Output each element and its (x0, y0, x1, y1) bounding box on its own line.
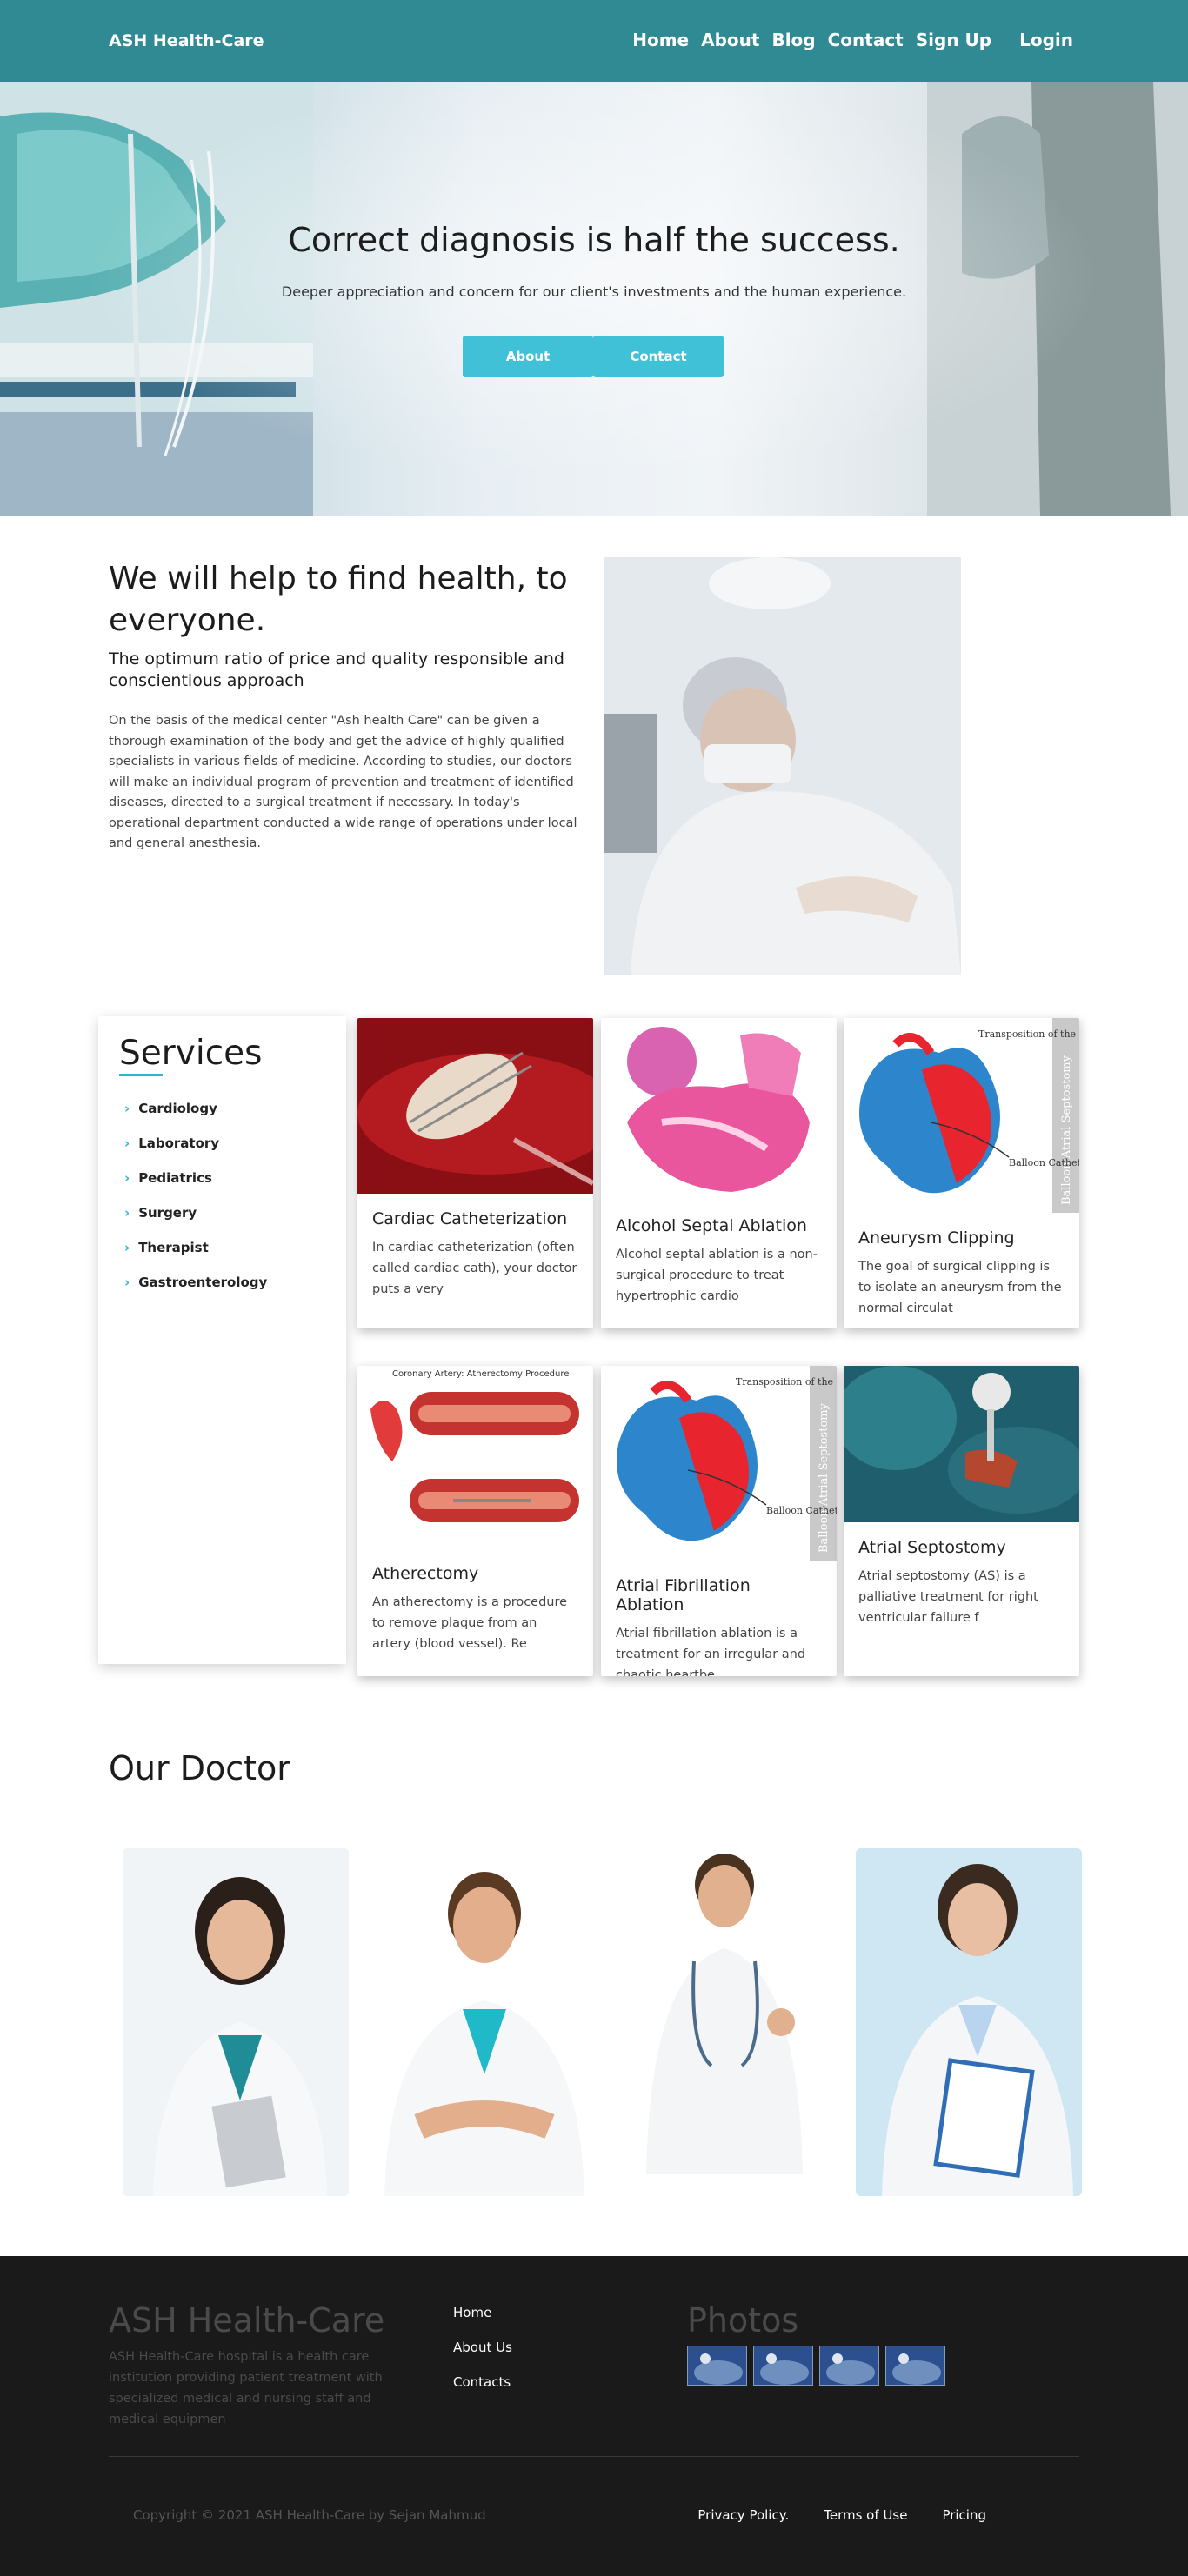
service-card[interactable]: Coronary Artery: Atherectomy Procedure A… (357, 1366, 593, 1676)
card-description: The goal of surgical clipping is to isol… (858, 1260, 1062, 1315)
hero-title: Correct diagnosis is half the success. (288, 221, 900, 259)
image-side-label: Balloon Atrial Septostomy (1060, 1055, 1073, 1205)
card-description: Atrial fibrillation ablation is a treatm… (616, 1627, 806, 1676)
footer-brand: ASH Health-Care (109, 2301, 385, 2340)
service-item-pediatrics[interactable]: › Pediatrics (124, 1161, 267, 1195)
footer-home-link[interactable]: Home (453, 2305, 512, 2340)
footer: ASH Health-Care ASH Health-Care hospital… (0, 2256, 1188, 2576)
doctor-photo[interactable] (123, 1848, 349, 2196)
heart-transposition-image: Balloon Atrial Septostomy Transposition … (601, 1366, 837, 1561)
image-side-label: Balloon Atrial Septostomy (818, 1402, 831, 1553)
hero-about-button[interactable]: About (463, 336, 593, 377)
chevron-right-icon: › (124, 1101, 130, 1116)
card-title: Aneurysm Clipping (858, 1228, 1015, 1248)
footer-aboutus-link[interactable]: About Us (453, 2340, 512, 2374)
hero-banner: Correct diagnosis is half the success. D… (0, 82, 1188, 516)
photo-thumbnail[interactable] (753, 2346, 813, 2386)
surgery-team-image (844, 1366, 1079, 1522)
footer-contacts-link[interactable]: Contacts (453, 2374, 512, 2409)
card-description: An atherectomy is a procedure to remove … (372, 1595, 568, 1651)
about-heading: We will help to find health, to everyone… (109, 561, 568, 638)
services-sidebar: Services › Cardiology › Laboratory › Pediat… (98, 1016, 346, 1664)
card-title: Cardiac Catheterization (372, 1209, 568, 1228)
footer-divider (109, 2456, 1079, 2457)
footer-photos-title: Photos (687, 2301, 799, 2340)
service-card[interactable]: Alcohol Septal Ablation Alcohol septal a… (601, 1018, 837, 1328)
service-card[interactable]: Balloon Atrial Septostomy Transposition … (844, 1018, 1079, 1328)
heart-transposition-image: Balloon Atrial Septostomy Transposition … (844, 1018, 1079, 1213)
card-title: Atrial Fibrillation Ablation (616, 1576, 751, 1614)
photo-gallery (687, 2346, 945, 2386)
card-description: In cardiac catheterization (often called… (372, 1241, 577, 1296)
doctor-photo[interactable] (856, 1848, 1082, 2196)
photo-thumbnail[interactable] (819, 2346, 879, 2386)
service-card[interactable]: Cardiac Catheterization In cardiac cathe… (357, 1018, 593, 1328)
transposition-label: Transposition of the great Arteries (978, 1028, 1079, 1040)
service-card[interactable]: Atrial Septostomy Atrial septostomy (AS)… (844, 1366, 1079, 1676)
service-item-gastroenterology[interactable]: › Gastroenterology (124, 1265, 267, 1300)
footer-description: ASH Health-Care hospital is a health car… (109, 2350, 383, 2426)
photo-thumbnail[interactable] (885, 2346, 945, 2386)
nav-contact-link[interactable]: Contact (828, 30, 904, 50)
transposition-label: Transposition of the great Arteries (736, 1376, 837, 1388)
card-title: Atrial Septostomy (858, 1538, 1006, 1557)
service-item-therapist[interactable]: › Therapist (124, 1230, 267, 1265)
nav-home-link[interactable]: Home (632, 30, 689, 50)
hero-subtitle: Deeper appreciation and concern for our … (281, 283, 907, 300)
about-body: On the basis of the medical center "Ash … (109, 714, 577, 850)
nav-blog-link[interactable]: Blog (771, 30, 815, 50)
service-item-surgery[interactable]: › Surgery (124, 1195, 267, 1230)
copyright-text: Copyright © 2021 ASH Health-Care by Seja… (133, 2507, 486, 2523)
chevron-right-icon: › (124, 1275, 130, 1290)
heart-septal-image (601, 1018, 837, 1201)
nav-login-link[interactable]: Login (1019, 30, 1073, 50)
card-title: Alcohol Septal Ablation (616, 1216, 807, 1235)
legal-links: Privacy Policy. Terms of Use Pricing (663, 2507, 986, 2523)
catheter-image (357, 1018, 593, 1194)
chevron-right-icon: › (124, 1135, 130, 1151)
service-item-cardiology[interactable]: › Cardiology (124, 1091, 267, 1126)
card-description: Atrial septostomy (AS) is a palliative t… (858, 1569, 1038, 1625)
balloon-label: Balloon Catheter (1009, 1157, 1079, 1168)
title-underline (119, 1074, 163, 1076)
surgeon-image (604, 557, 961, 975)
brand-logo[interactable]: ASH Health-Care (109, 31, 264, 50)
terms-of-use-link[interactable]: Terms of Use (824, 2507, 907, 2523)
service-card[interactable]: Balloon Atrial Septostomy Transposition … (601, 1366, 837, 1676)
nav-links: Home About Blog Contact Sign Up Login (620, 30, 1073, 50)
services-list: › Cardiology › Laboratory › Pediatrics › Sur… (124, 1091, 267, 1300)
doctors-title: Our Doctor (109, 1749, 290, 1787)
card-title: Atherectomy (372, 1564, 479, 1583)
hero-contact-button[interactable]: Contact (593, 336, 724, 377)
chevron-right-icon: › (124, 1170, 130, 1186)
card-description: Alcohol septal ablation is a non-surgica… (616, 1248, 818, 1303)
nav-about-link[interactable]: About (701, 30, 759, 50)
about-subheading: The optimum ratio of price and quality r… (109, 649, 564, 690)
top-navbar: ASH Health-Care Home About Blog Contact … (0, 0, 1188, 82)
service-item-laboratory[interactable]: › Laboratory (124, 1126, 267, 1161)
footer-links: Home About Us Contacts (453, 2305, 512, 2409)
coronary-label: Coronary Artery: Atherectomy Procedure (392, 1369, 569, 1379)
services-title: Services (119, 1034, 263, 1073)
doctor-photo[interactable] (367, 1848, 593, 2196)
pricing-link[interactable]: Pricing (942, 2507, 986, 2523)
chevron-right-icon: › (124, 1240, 130, 1255)
chevron-right-icon: › (124, 1205, 130, 1221)
nav-signup-link[interactable]: Sign Up (916, 30, 991, 50)
privacy-policy-link[interactable]: Privacy Policy. (697, 2507, 789, 2523)
atherectomy-image: Coronary Artery: Atherectomy Procedure (357, 1366, 593, 1548)
photo-thumbnail[interactable] (687, 2346, 747, 2386)
balloon-label: Balloon Catheter (766, 1505, 837, 1516)
doctor-photo[interactable] (611, 1848, 838, 2196)
